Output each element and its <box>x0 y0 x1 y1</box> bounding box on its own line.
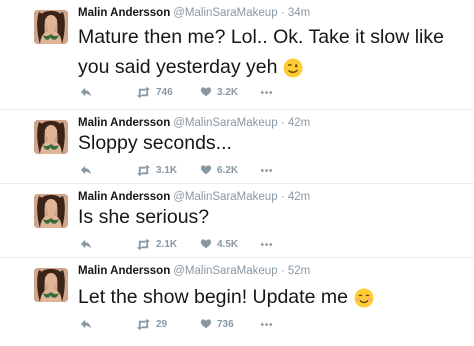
tweet-text: Let the show begin! Update me <box>78 284 374 310</box>
user-handle[interactable]: @MalinSaraMakeup <box>173 265 277 277</box>
timestamp[interactable]: 42m <box>288 117 310 129</box>
avatar[interactable] <box>34 194 68 228</box>
retweet-count: 746 <box>156 86 173 98</box>
tweet-header: Malin Andersson @MalinSaraMakeup · 52m <box>78 264 310 278</box>
separator: · <box>280 117 285 129</box>
retweet-icon <box>136 86 151 99</box>
avatar[interactable] <box>34 268 68 302</box>
tweet-text-line: Mature then me? Lol.. Ok. Take it slow l… <box>78 26 444 48</box>
reply-icon <box>80 164 92 176</box>
tweet-text: Sloppy seconds... <box>78 132 232 154</box>
tweet[interactable]: Malin Andersson @MalinSaraMakeup · 42m Is… <box>0 184 474 258</box>
separator: · <box>280 191 285 203</box>
tweet-text-line: Let the show begin! Update me <box>78 286 348 308</box>
retweet-button[interactable]: 746 <box>136 85 173 99</box>
display-name[interactable]: Malin Andersson <box>78 117 170 129</box>
retweet-button[interactable]: 29 <box>136 317 167 331</box>
separator: · <box>280 265 285 277</box>
retweet-icon <box>136 164 151 177</box>
more-icon <box>260 318 273 331</box>
more-icon <box>260 164 273 177</box>
reply-button[interactable] <box>80 163 92 177</box>
winking-face-emoji-icon <box>283 58 303 78</box>
retweet-count: 29 <box>156 318 168 330</box>
more-button[interactable] <box>260 163 273 177</box>
reply-icon <box>80 86 92 98</box>
tweet-header: Malin Andersson @MalinSaraMakeup · 42m <box>78 190 310 204</box>
display-name[interactable]: Malin Andersson <box>78 7 170 19</box>
tweet[interactable]: Malin Andersson @MalinSaraMakeup · 42m Sl… <box>0 110 474 184</box>
retweet-icon <box>136 238 151 251</box>
more-button[interactable] <box>260 317 273 331</box>
display-name[interactable]: Malin Andersson <box>78 191 170 203</box>
more-icon <box>260 86 273 99</box>
retweet-count: 3.1K <box>156 164 178 176</box>
tweet-header: Malin Andersson @MalinSaraMakeup · 34m <box>78 6 310 20</box>
like-count: 4.5K <box>217 238 239 250</box>
like-count: 3.2K <box>217 86 239 98</box>
like-icon <box>200 238 212 250</box>
like-icon <box>200 86 212 98</box>
tweet-text: Mature then me? Lol.. Ok. Take it slow l… <box>78 24 444 80</box>
timestamp[interactable]: 42m <box>288 191 310 203</box>
like-icon <box>200 164 212 176</box>
timestamp[interactable]: 52m <box>288 265 310 277</box>
reply-button[interactable] <box>80 237 92 251</box>
display-name[interactable]: Malin Andersson <box>78 265 170 277</box>
tweet-text-line-2: you said yesterday yeh <box>78 54 444 80</box>
tweet-feed: Malin Andersson @MalinSaraMakeup · 34m Ma… <box>0 0 474 346</box>
reply-icon <box>80 318 92 330</box>
tweet-text-line: you said yesterday yeh <box>78 56 278 78</box>
like-button[interactable]: 736 <box>200 317 234 331</box>
more-icon <box>260 238 273 251</box>
like-count: 6.2K <box>217 164 239 176</box>
user-handle[interactable]: @MalinSaraMakeup <box>173 191 277 203</box>
like-icon <box>200 318 212 330</box>
retweet-button[interactable]: 2.1K <box>136 237 177 251</box>
like-button[interactable]: 6.2K <box>200 163 238 177</box>
like-button[interactable]: 3.2K <box>200 85 238 99</box>
user-handle[interactable]: @MalinSaraMakeup <box>173 7 277 19</box>
reply-icon <box>80 238 92 250</box>
retweet-button[interactable]: 3.1K <box>136 163 177 177</box>
retweet-count: 2.1K <box>156 238 178 250</box>
smiling-face-emoji-icon <box>354 288 374 308</box>
user-handle[interactable]: @MalinSaraMakeup <box>173 117 277 129</box>
reply-button[interactable] <box>80 85 92 99</box>
separator: · <box>280 7 285 19</box>
more-button[interactable] <box>260 237 273 251</box>
avatar[interactable] <box>34 10 68 44</box>
retweet-icon <box>136 318 151 331</box>
timestamp[interactable]: 34m <box>288 7 310 19</box>
avatar[interactable] <box>34 120 68 154</box>
tweet-text: Is she serious? <box>78 206 210 228</box>
like-count: 736 <box>217 318 234 330</box>
more-button[interactable] <box>260 85 273 99</box>
tweet-header: Malin Andersson @MalinSaraMakeup · 42m <box>78 116 310 130</box>
reply-button[interactable] <box>80 317 92 331</box>
tweet[interactable]: Malin Andersson @MalinSaraMakeup · 34m Ma… <box>0 0 474 110</box>
tweet[interactable]: Malin Andersson @MalinSaraMakeup · 52m Le… <box>0 258 474 346</box>
like-button[interactable]: 4.5K <box>200 237 238 251</box>
